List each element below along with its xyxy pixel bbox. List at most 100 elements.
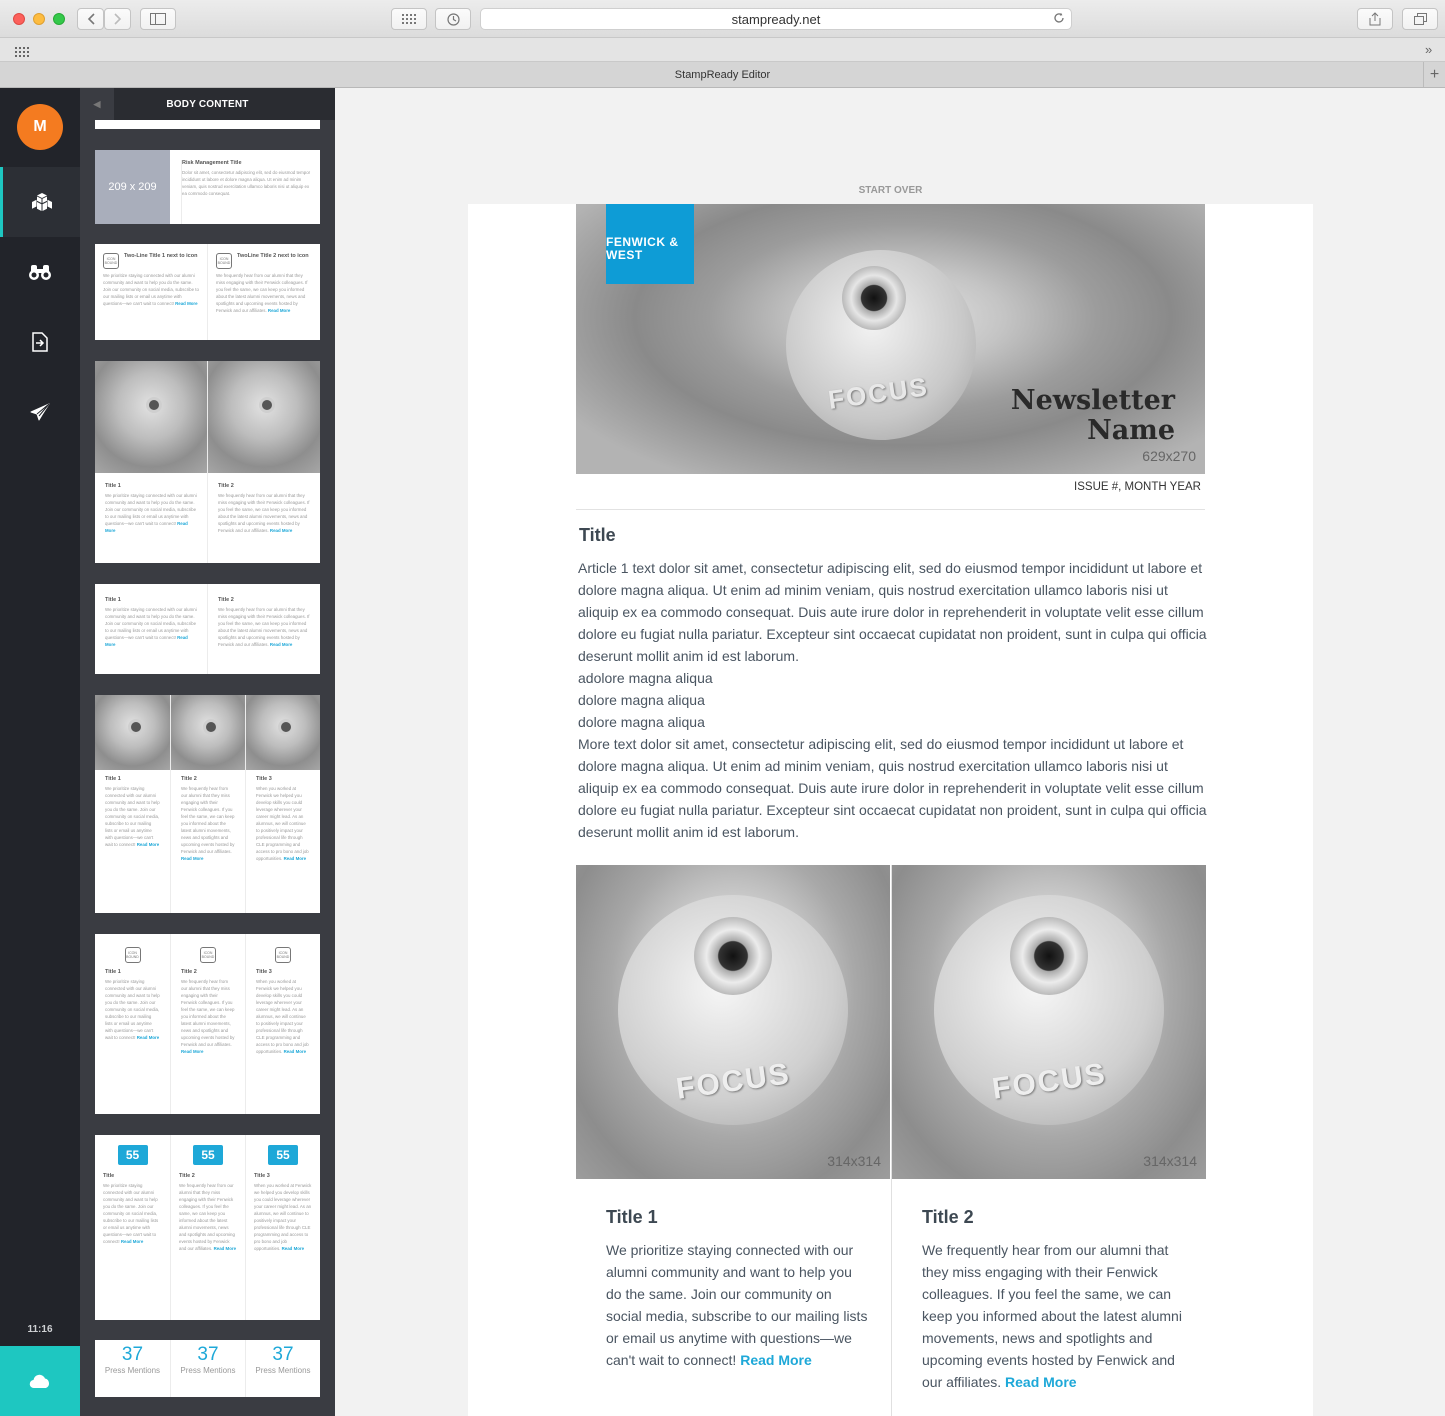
address-bar[interactable]: stampready.net [480, 8, 1072, 30]
top-sites-button[interactable] [391, 8, 427, 30]
chevrons-icon[interactable]: » [1425, 42, 1432, 57]
minimize-window-button[interactable] [33, 13, 45, 25]
binoculars-icon [29, 265, 51, 280]
thumb-title: TwoLine Title 2 next to icon [237, 253, 309, 259]
icon-placeholder-icon: ICON BOUND [124, 947, 141, 963]
photo-dim-label: 314x314 [827, 1153, 881, 1169]
hero-lens [842, 266, 906, 330]
component-thumb-three-photos[interactable]: Title 1 We prioritize staying connected … [95, 695, 320, 913]
apps-icon[interactable] [15, 44, 29, 62]
read-more-link[interactable]: Read More [1005, 1374, 1077, 1390]
component-thumb-stats[interactable]: 37 Press Mentions 37 Press Mentions 37 P… [95, 1340, 320, 1397]
share-icon [1369, 12, 1381, 26]
panel-header: ◀ BODY CONTENT [80, 88, 335, 120]
issue-label: ISSUE #, MONTH YEAR [1074, 481, 1201, 493]
article-title[interactable]: Title [579, 525, 616, 546]
column-photo[interactable]: FOCUS 314x314 [892, 865, 1206, 1179]
thumb-col: Title 1 We prioritize staying connected … [95, 584, 207, 674]
stat-number: 37 [272, 1344, 294, 1365]
component-thumb-three-numbers[interactable]: 55 Title We prioritize staying connected… [95, 1135, 320, 1320]
rail-item-send[interactable] [0, 377, 80, 447]
article-paragraph: More text dolor sit amet, consectetur ad… [578, 736, 1207, 840]
thumb-title: Title 3 [256, 969, 272, 975]
number-badge: 55 [193, 1145, 223, 1165]
component-thumb-two-icons[interactable]: ICON BOUND Two-Line Title 1 next to icon… [95, 244, 320, 340]
cloud-icon [29, 1374, 50, 1389]
start-over-button[interactable]: START OVER [468, 176, 1313, 204]
thumb-photo [208, 361, 320, 473]
rail-item-import[interactable] [0, 307, 80, 377]
thumb-text: We frequently hear from our alumni that … [181, 979, 235, 1054]
tab-title[interactable]: StampReady Editor [675, 69, 770, 81]
number-badge: 55 [117, 1145, 148, 1165]
thumb-text: Dolor sit amet, consectetur adipiscing e… [182, 170, 311, 196]
component-thumb[interactable] [95, 120, 320, 129]
component-thumb-three-icons[interactable]: ICON BOUND Title 1 We prioritize staying… [95, 934, 320, 1114]
thumb-text: When you worked at Fenwick we helped you… [256, 786, 309, 861]
newsletter-name: Newsletter Name [1010, 385, 1175, 446]
thumb-col: 55 Title We prioritize staying connected… [95, 1135, 170, 1320]
component-thumb-two-photos[interactable]: Title 1 We prioritize staying connected … [95, 361, 320, 563]
column-photo[interactable]: FOCUS 314x314 [576, 865, 890, 1179]
close-window-button[interactable] [13, 13, 25, 25]
thumb-col: 55 Title 2 We frequently hear from our a… [170, 1135, 245, 1320]
component-thumb-image-text[interactable]: 209 x 209 Risk Management Title Dolor si… [95, 150, 320, 224]
left-rail: M 11:16 [0, 88, 80, 1416]
sidebar-icon [150, 13, 166, 25]
thumb-title: Title 3 [256, 776, 272, 782]
back-button[interactable] [77, 8, 104, 30]
article-line: dolore magna aliqua [578, 692, 705, 708]
thumb-title: Title 2 [218, 597, 234, 603]
thumb-col: Title 2 We frequently hear from our alum… [207, 584, 320, 674]
article-line: dolore magna aliqua [578, 714, 705, 730]
blocks-icon [31, 193, 52, 211]
column-title[interactable]: Title 2 [922, 1207, 974, 1228]
thumb-text: We frequently hear from our alumni that … [181, 786, 235, 861]
grid-icon [402, 14, 416, 24]
history-button[interactable] [435, 8, 471, 30]
thumb-photo [95, 695, 170, 770]
thumb-col: Title 2 We frequently hear from our alum… [170, 695, 245, 913]
thumb-col: ICON BOUND TwoLine Title 2 next to icon … [207, 244, 320, 340]
thumb-text-col: Risk Management Title Dolor sit amet, co… [181, 160, 311, 224]
photo-lens [1010, 917, 1088, 995]
icon-placeholder-icon: ICON BOUND [216, 253, 232, 269]
brand-logo[interactable]: FENWICK & WEST [606, 204, 694, 284]
component-thumb-two-text[interactable]: Title 1 We prioritize staying connected … [95, 584, 320, 674]
rail-item-cloud[interactable] [0, 1346, 80, 1416]
hero-image[interactable]: FOCUS FENWICK & WEST Newsletter Name 629… [576, 204, 1205, 474]
thumb-col: ICON BOUND Title 2 We frequently hear fr… [170, 934, 245, 1114]
show-tabs-button[interactable] [1402, 8, 1438, 30]
panel-collapse-button[interactable]: ◀ [80, 88, 114, 120]
forward-button[interactable] [104, 8, 131, 30]
thumb-col: Title 2 We frequently hear from our alum… [207, 361, 320, 563]
thumb-col: ICON BOUND Title 3 When you worked at Fe… [245, 934, 320, 1114]
column-text[interactable]: We prioritize staying connected with our… [606, 1239, 868, 1371]
column-title[interactable]: Title 1 [606, 1207, 658, 1228]
column-text-body: We prioritize staying connected with our… [606, 1242, 868, 1368]
icon-placeholder-icon: ICON BOUND [200, 947, 216, 963]
number-badge: 55 [268, 1145, 298, 1165]
divider [576, 509, 1205, 510]
share-button[interactable] [1357, 8, 1393, 30]
thumb-text: We frequently hear from our alumni that … [218, 493, 310, 533]
sidebar-toggle-button[interactable] [140, 8, 176, 30]
read-more-link[interactable]: Read More [740, 1352, 812, 1368]
image-placeholder: 209 x 209 [95, 150, 170, 224]
reload-icon[interactable] [1053, 12, 1065, 27]
zoom-window-button[interactable] [53, 13, 65, 25]
thumb-title: Title 2 [181, 969, 197, 975]
article-line: adolore magna aliqua [578, 670, 713, 686]
thumb-col: 55 Title 3 When you worked at Fenwick we… [245, 1135, 320, 1320]
tabs-icon [1413, 13, 1427, 25]
thumb-title: Title [103, 1173, 115, 1179]
avatar[interactable]: M [17, 104, 63, 150]
article-body[interactable]: Article 1 text dolor sit amet, consectet… [578, 557, 1208, 843]
thumb-col: Title 1 We prioritize staying connected … [95, 695, 170, 913]
photo-lens [694, 917, 772, 995]
rail-item-preview[interactable] [0, 237, 80, 307]
two-column-block: FOCUS 314x314 Title 1 We prioritize stay… [576, 865, 1206, 1416]
rail-item-blocks[interactable] [0, 167, 80, 237]
column-text[interactable]: We frequently hear from our alumni that … [922, 1239, 1184, 1393]
new-tab-button[interactable]: + [1423, 62, 1445, 87]
